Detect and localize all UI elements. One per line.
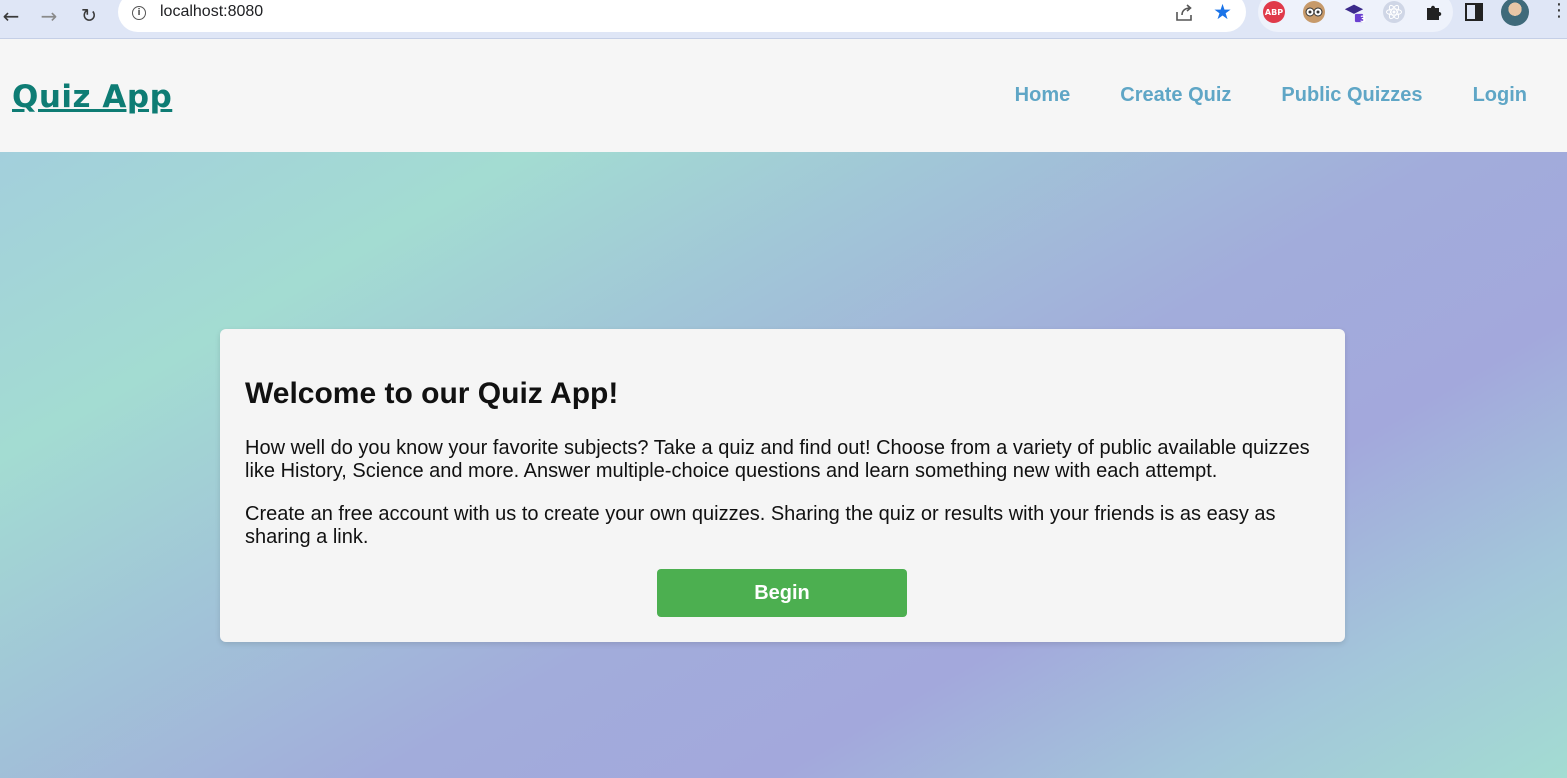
- extensions-tray: ABP 3: [1258, 0, 1453, 32]
- intro-paragraph: How well do you know your favorite subje…: [245, 437, 1310, 482]
- side-panel-icon[interactable]: [1464, 2, 1484, 22]
- reload-icon[interactable]: ↻: [76, 3, 102, 29]
- address-bar[interactable]: i localhost:8080 ★: [118, 0, 1246, 32]
- bookmark-star-icon[interactable]: ★: [1213, 0, 1232, 24]
- kebab-menu-icon[interactable]: ⋮: [1550, 0, 1567, 21]
- forward-icon[interactable]: →: [36, 3, 62, 29]
- back-icon[interactable]: ←: [0, 3, 24, 29]
- adblock-plus-icon[interactable]: ABP: [1263, 1, 1285, 23]
- nav-public-quizzes[interactable]: Public Quizzes: [1281, 84, 1422, 107]
- browser-toolbar: ← → ↻ i localhost:8080 ★ ABP 3 ⋮: [0, 0, 1567, 39]
- main-nav: Home Create Quiz Public Quizzes Login: [1015, 84, 1527, 107]
- profile-avatar[interactable]: [1501, 0, 1529, 26]
- nav-home[interactable]: Home: [1015, 84, 1071, 107]
- brand-logo-link[interactable]: Quiz App: [12, 79, 172, 115]
- graduation-cap-extension-icon[interactable]: 3: [1343, 1, 1367, 25]
- extension-badge: 3: [1360, 15, 1367, 25]
- welcome-card: Welcome to our Quiz App! How well do you…: [220, 329, 1345, 642]
- site-info-icon[interactable]: i: [132, 6, 146, 20]
- owl-extension-icon[interactable]: [1303, 1, 1325, 23]
- begin-button[interactable]: Begin: [657, 569, 907, 617]
- react-devtools-icon[interactable]: [1383, 1, 1405, 23]
- url-text[interactable]: localhost:8080: [160, 3, 263, 21]
- welcome-title: Welcome to our Quiz App!: [245, 377, 619, 410]
- puzzle-extensions-icon[interactable]: [1423, 1, 1445, 23]
- nav-create-quiz[interactable]: Create Quiz: [1120, 84, 1231, 107]
- nav-login[interactable]: Login: [1473, 84, 1527, 107]
- site-header: Quiz App Home Create Quiz Public Quizzes…: [0, 39, 1567, 152]
- account-paragraph: Create an free account with us to create…: [245, 503, 1276, 548]
- share-icon[interactable]: [1174, 3, 1194, 23]
- hero-section: Welcome to our Quiz App! How well do you…: [0, 152, 1567, 778]
